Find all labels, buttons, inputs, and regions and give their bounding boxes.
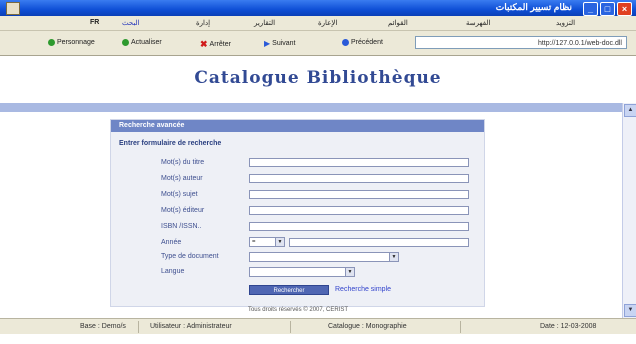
subject-words-input[interactable] — [249, 190, 469, 199]
scroll-down-icon[interactable]: ▼ — [624, 304, 636, 317]
language-label: Langue — [161, 268, 185, 275]
menu-bar: FR البحث إدارة التقارير الإعارة القوائم … — [0, 16, 636, 31]
toolbar: Personnage Actualiser ✖ Arrêter ▶ Suivan… — [0, 31, 636, 56]
doc-type-label: Type de document — [161, 253, 219, 260]
author-words-input[interactable] — [249, 174, 469, 183]
language-select[interactable]: ▼ — [249, 267, 355, 277]
menu-item-acquisition[interactable]: التزويد — [556, 19, 575, 27]
subject-words-label: Mot(s) sujet — [161, 191, 198, 198]
chevron-down-icon: ▼ — [275, 238, 284, 246]
header-band — [0, 103, 622, 112]
publisher-words-label: Mot(s) éditeur — [161, 207, 205, 214]
next-arrow-icon: ▶ — [264, 39, 271, 48]
status-date: Date : 12-03-2008 — [540, 323, 597, 330]
search-instruction: Entrer formulaire de recherche — [119, 140, 222, 147]
status-bar: Base : Demo/s Utilisateur : Administrate… — [0, 318, 636, 335]
menu-item-cataloging[interactable]: الفهرسة — [466, 19, 490, 27]
stop-label: Arrêter — [209, 41, 231, 48]
year-operator-value: = — [252, 239, 256, 245]
copyright-text: Tous droits réservés © 2007, CERIST — [247, 307, 349, 313]
menu-item-loans[interactable]: الإعارة — [318, 19, 337, 27]
search-button[interactable]: Rechercher — [249, 285, 329, 295]
title-words-input[interactable] — [249, 158, 469, 167]
stop-icon: ✖ — [200, 39, 208, 49]
window-title: نظام تسيير المكتبات — [495, 2, 572, 12]
menu-item-search[interactable]: البحث — [122, 19, 140, 27]
menu-item-lists[interactable]: القوائم — [388, 19, 408, 27]
isbn-input[interactable] — [249, 222, 469, 231]
window-titlebar: نظام تسيير المكتبات _ □ × — [0, 0, 636, 16]
vertical-scrollbar[interactable]: ▲ ▼ — [622, 103, 636, 318]
scroll-up-icon[interactable]: ▲ — [624, 104, 636, 117]
year-operator-select[interactable]: = ▼ — [249, 237, 285, 247]
home-icon — [48, 39, 55, 46]
bottom-strip — [0, 334, 636, 344]
doc-type-select[interactable]: ▼ — [249, 252, 399, 262]
menu-item-admin[interactable]: إدارة — [196, 19, 210, 27]
app-icon — [6, 2, 20, 15]
home-label: Personnage — [57, 39, 95, 46]
menu-item-reports[interactable]: التقارير — [254, 19, 275, 27]
next-label: Suivant — [272, 40, 296, 47]
prev-tool[interactable]: Précédent — [342, 39, 383, 46]
page-header: Catalogue Bibliothèque — [0, 56, 636, 103]
close-button[interactable]: × — [617, 2, 632, 16]
status-divider — [460, 321, 461, 333]
refresh-label: Actualiser — [131, 39, 162, 46]
chevron-down-icon: ▼ — [389, 253, 398, 261]
next-tool[interactable]: ▶ Suivant — [264, 39, 296, 48]
panel-title: Recherche avancée — [111, 120, 484, 132]
isbn-label: ISBN /ISSN.. — [161, 223, 202, 230]
status-base: Base : Demo/s — [80, 323, 126, 330]
status-divider — [138, 321, 139, 333]
address-bar[interactable]: http://127.0.0.1/web-doc.dll — [415, 36, 627, 49]
refresh-icon — [122, 39, 129, 46]
simple-search-link[interactable]: Recherche simple — [335, 286, 391, 293]
maximize-button[interactable]: □ — [600, 2, 615, 16]
year-input[interactable] — [289, 238, 469, 247]
advanced-search-panel: Recherche avancée Entrer formulaire de r… — [110, 119, 485, 307]
title-words-label: Mot(s) du titre — [161, 159, 205, 166]
stop-tool[interactable]: ✖ Arrêter — [200, 39, 231, 50]
menu-lang[interactable]: FR — [90, 19, 99, 26]
home-tool[interactable]: Personnage — [48, 39, 95, 46]
page-title: Catalogue Bibliothèque — [194, 68, 442, 88]
prev-label: Précédent — [351, 39, 383, 46]
publisher-words-input[interactable] — [249, 206, 469, 215]
refresh-tool[interactable]: Actualiser — [122, 39, 162, 46]
status-divider — [290, 321, 291, 333]
chevron-down-icon: ▼ — [345, 268, 354, 276]
status-user: Utilisateur : Administrateur — [150, 323, 232, 330]
year-label: Année — [161, 239, 182, 246]
author-words-label: Mot(s) auteur — [161, 175, 203, 182]
minimize-button[interactable]: _ — [583, 2, 598, 16]
prev-arrow-icon — [342, 39, 349, 46]
status-catalog: Catalogue : Monographie — [328, 323, 407, 330]
